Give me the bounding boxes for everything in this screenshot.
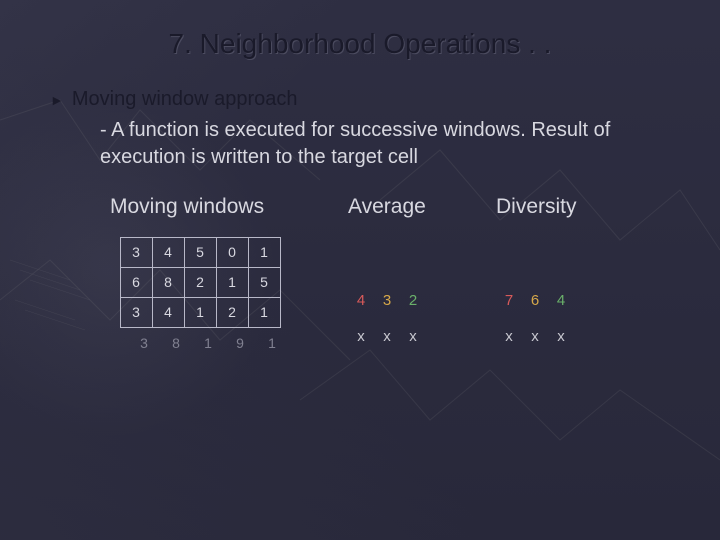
result-cell: 6 — [522, 282, 548, 318]
grid-cell: 5 — [248, 267, 281, 298]
result-cell: x — [348, 318, 374, 354]
result-cell: 2 — [400, 282, 426, 318]
moving-windows-grid: 345016821534121 — [120, 237, 288, 327]
ghost-cell: 8 — [160, 331, 192, 355]
result-cell: 4 — [348, 282, 374, 318]
grid-cell: 4 — [152, 297, 185, 328]
grid-cell: 1 — [216, 267, 249, 298]
content-columns: Moving windows 345016821534121 38191 Ave… — [110, 195, 670, 355]
ghost-cell: 3 — [128, 331, 160, 355]
diversity-heading: Diversity — [496, 195, 577, 219]
bullet-subtext: - A function is executed for successive … — [100, 117, 670, 171]
grid-cell: 6 — [120, 267, 153, 298]
grid-cell: 0 — [216, 237, 249, 268]
bullet-row: ► Moving window approach — [50, 88, 670, 111]
slide: 7. Neighborhood Operations . . ► Moving … — [0, 0, 720, 355]
grid-cell: 3 — [120, 237, 153, 268]
grid-cell: 8 — [152, 267, 185, 298]
grid-cell: 2 — [216, 297, 249, 328]
result-cell: x — [400, 318, 426, 354]
grid-cell: 5 — [184, 237, 217, 268]
average-heading: Average — [348, 195, 426, 219]
bullet-arrow-icon: ► — [50, 92, 64, 108]
grid-cell: 1 — [248, 297, 281, 328]
moving-windows-ghost-row: 38191 — [128, 331, 288, 355]
grid-cell: 1 — [184, 297, 217, 328]
ghost-cell: 1 — [256, 331, 288, 355]
grid-cell: 4 — [152, 237, 185, 268]
result-cell: x — [374, 318, 400, 354]
average-column: Average 432xxx — [348, 195, 426, 355]
average-grid: 432xxx — [348, 282, 426, 354]
ghost-cell: 9 — [224, 331, 256, 355]
diversity-column: Diversity 764xxx — [496, 195, 577, 355]
result-cell: 4 — [548, 282, 574, 318]
result-cell: 7 — [496, 282, 522, 318]
bullet-text: Moving window approach — [72, 88, 298, 111]
moving-windows-column: Moving windows 345016821534121 38191 — [110, 195, 288, 355]
slide-title: 7. Neighborhood Operations . . — [50, 28, 670, 60]
grid-cell: 3 — [120, 297, 153, 328]
diversity-grid: 764xxx — [496, 282, 577, 354]
result-cell: x — [548, 318, 574, 354]
ghost-cell: 1 — [192, 331, 224, 355]
moving-windows-heading: Moving windows — [110, 195, 288, 219]
result-cell: x — [496, 318, 522, 354]
grid-cell: 1 — [248, 237, 281, 268]
grid-cell: 2 — [184, 267, 217, 298]
result-cell: 3 — [374, 282, 400, 318]
result-cell: x — [522, 318, 548, 354]
